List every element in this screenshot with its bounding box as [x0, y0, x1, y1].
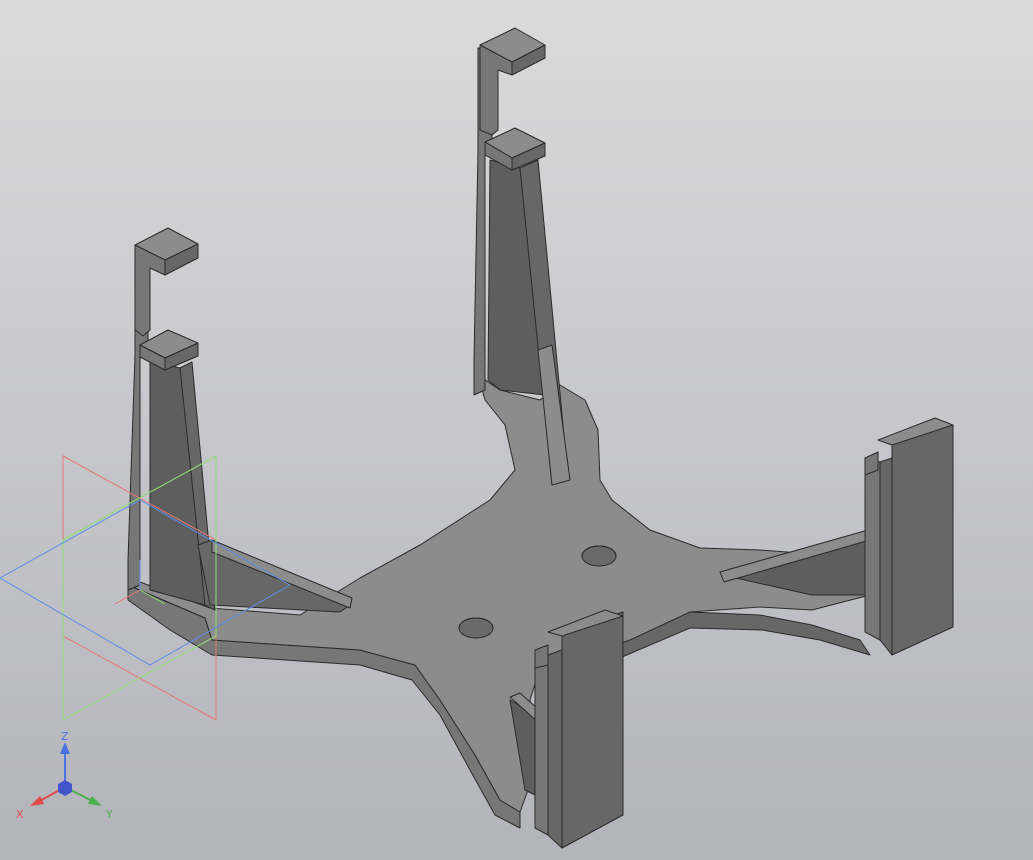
leg-right-inner	[864, 457, 881, 641]
mounting-hole-2[interactable]	[581, 545, 617, 567]
leg-right-outer-face	[891, 424, 954, 656]
orientation-triad[interactable]: X Y Z	[16, 730, 113, 821]
triad-z-arrow-icon	[60, 742, 70, 754]
leg-front-front-face	[547, 649, 563, 849]
leg-front-outer-face	[561, 611, 624, 849]
model-scene[interactable]: X Y Z	[0, 0, 1033, 860]
leg-front-inner	[534, 649, 549, 836]
triad-y-arrow-icon	[88, 796, 102, 806]
leg-right-front-face	[879, 457, 893, 656]
triad-x-arrow-icon	[30, 796, 44, 806]
triad-z-label: Z	[61, 730, 69, 743]
leg-left[interactable]	[127, 227, 353, 613]
3d-viewport[interactable]: X Y Z	[0, 0, 1033, 860]
leg-left-clip-front	[134, 244, 166, 337]
triad-x-label: X	[16, 808, 24, 821]
triad-y-label: Y	[105, 808, 113, 821]
triad-origin-cube-icon	[58, 780, 72, 796]
mounting-hole-1[interactable]	[458, 617, 494, 639]
